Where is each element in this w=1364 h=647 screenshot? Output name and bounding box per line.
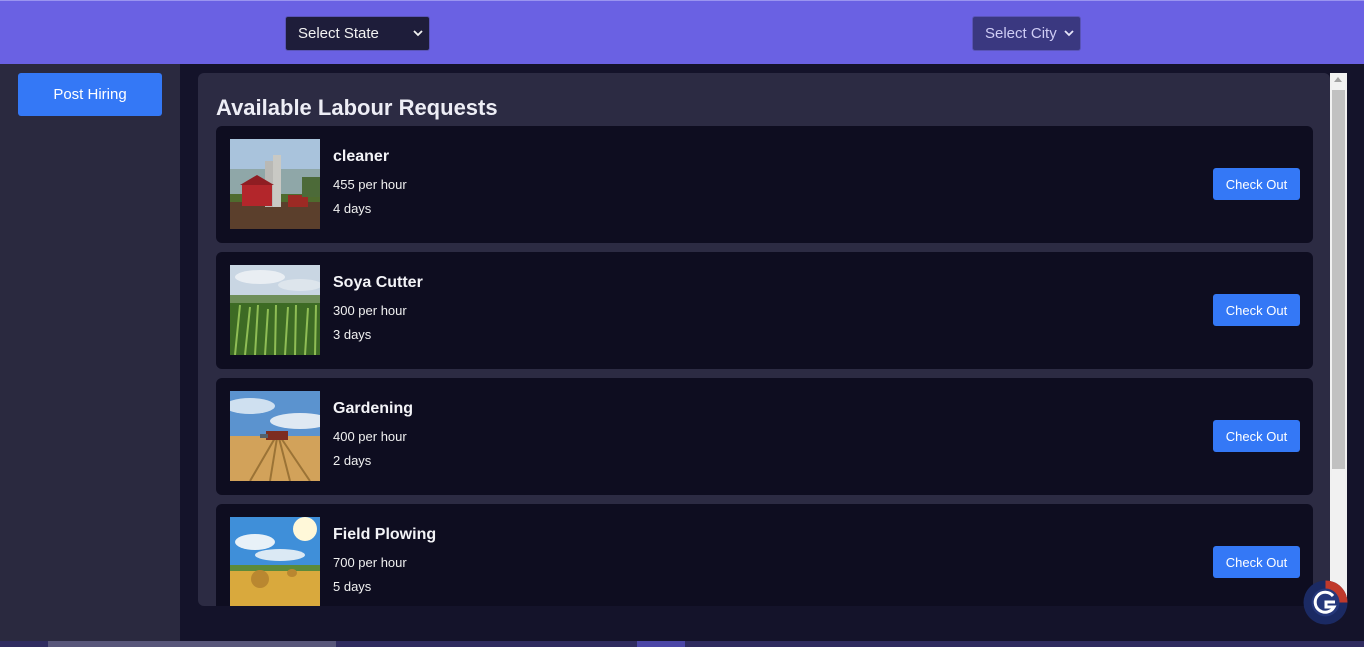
request-rate: 400 per hour <box>333 429 407 444</box>
check-out-button[interactable]: Check Out <box>1213 420 1300 452</box>
labour-requests-panel: Available Labour Requests cleaner 455 pe… <box>198 73 1330 606</box>
state-select[interactable]: Select State <box>285 16 430 51</box>
request-title: cleaner <box>333 148 390 165</box>
request-card: cleaner 455 per hour 4 days Check Out <box>216 126 1313 243</box>
page-title: Available Labour Requests <box>216 95 498 120</box>
scrollbar[interactable] <box>1330 73 1347 606</box>
check-out-button[interactable]: Check Out <box>1213 168 1300 200</box>
request-title: Gardening <box>333 400 414 417</box>
request-card: Gardening 400 per hour 2 days Check Out <box>216 378 1313 495</box>
request-rate: 700 per hour <box>333 555 407 570</box>
translate-icon[interactable] <box>1303 580 1348 625</box>
request-title: Field Plowing <box>333 526 437 543</box>
request-rate: 455 per hour <box>333 177 407 192</box>
sidebar: Post Hiring <box>0 64 180 641</box>
chevron-down-icon <box>1064 30 1074 37</box>
wheat-harvest-image <box>230 391 320 481</box>
request-card: Field Plowing 700 per hour 5 days Check … <box>216 504 1313 606</box>
request-duration: 2 days <box>333 453 372 468</box>
bottom-strip <box>0 641 1364 647</box>
request-card: Soya Cutter 300 per hour 3 days Check Ou… <box>216 252 1313 369</box>
horizontal-scroll-thumb[interactable] <box>48 641 336 647</box>
request-duration: 3 days <box>333 327 372 342</box>
hay-bale-field-image <box>230 517 320 606</box>
city-select-value: Select City <box>985 25 1057 42</box>
top-bar: Select State Select City <box>0 0 1364 64</box>
post-hiring-button[interactable]: Post Hiring <box>18 73 162 116</box>
check-out-button[interactable]: Check Out <box>1213 546 1300 578</box>
farm-barn-image <box>230 139 320 229</box>
request-duration: 4 days <box>333 201 372 216</box>
chevron-down-icon <box>413 30 423 37</box>
scroll-up-arrow-icon[interactable] <box>1334 77 1342 82</box>
main-content: Available Labour Requests cleaner 455 pe… <box>180 64 1364 641</box>
request-duration: 5 days <box>333 579 372 594</box>
check-out-button[interactable]: Check Out <box>1213 294 1300 326</box>
city-select[interactable]: Select City <box>972 16 1081 51</box>
request-title: Soya Cutter <box>333 274 423 291</box>
scrollbar-thumb[interactable] <box>1332 90 1345 469</box>
corn-field-image <box>230 265 320 355</box>
bottom-indicator <box>637 641 685 647</box>
request-rate: 300 per hour <box>333 303 407 318</box>
state-select-value: Select State <box>298 25 379 42</box>
